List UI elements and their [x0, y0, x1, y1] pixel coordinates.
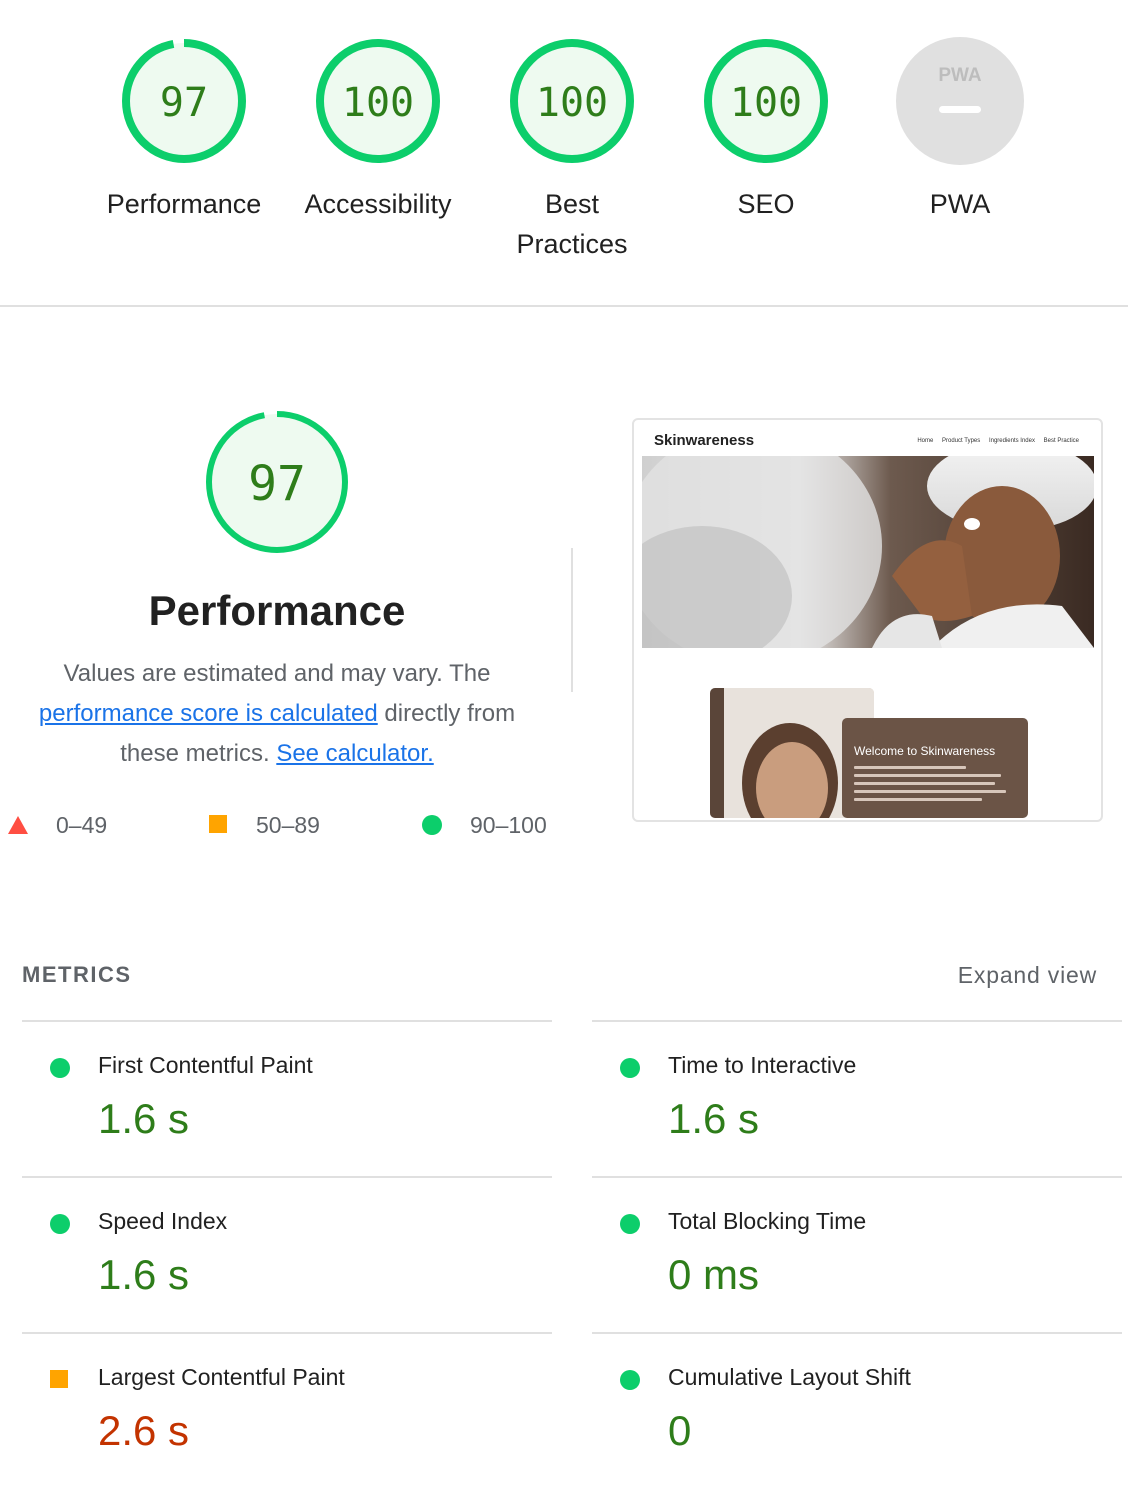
gauge-performance[interactable]: 97 Performance	[89, 36, 279, 224]
gauge-ring: 100	[316, 39, 440, 163]
metrics-column-right: Time to Interactive 1.6 s Total Blocking…	[592, 1020, 1122, 1486]
metrics-column-left: First Contentful Paint 1.6 s Speed Index…	[22, 1020, 552, 1486]
gauge-label: PWA	[929, 189, 991, 219]
screenshot-nav-item: Product Types	[942, 438, 981, 444]
triangle-icon	[8, 816, 28, 834]
gauge-accessibility[interactable]: 100 Accessibility	[283, 36, 473, 224]
pass-circle-icon	[50, 1058, 70, 1078]
gauge-label: Best Practices	[516, 189, 628, 259]
metrics-header: METRICS	[22, 962, 132, 987]
legend-range: 0–49	[56, 812, 108, 838]
vertical-divider	[571, 548, 573, 692]
see-calculator-link[interactable]: See calculator.	[276, 740, 433, 767]
performance-title: Performance	[148, 587, 406, 634]
metric-label: First Contentful Paint	[98, 1052, 313, 1078]
gauge-pwa[interactable]: PWA PWA	[865, 36, 1055, 224]
metric-label: Total Blocking Time	[668, 1208, 867, 1234]
gauge-score: 100	[730, 80, 802, 126]
gauge-score: 97	[160, 80, 208, 126]
circle-icon	[422, 815, 442, 835]
square-icon	[209, 815, 227, 833]
legend-range: 90–100	[470, 812, 547, 838]
metric-value: 1.6 s	[668, 1095, 760, 1142]
screenshot-card-text: Welcome to Skinwareness	[842, 718, 1028, 818]
pwa-badge-icon: PWA	[896, 37, 1024, 165]
metric-value: 0 ms	[668, 1251, 760, 1298]
gauge-label: SEO	[737, 189, 795, 219]
gauge-score: 100	[536, 80, 608, 126]
metric-total-blocking-time[interactable]: Total Blocking Time 0 ms	[592, 1176, 1122, 1332]
average-square-icon	[50, 1370, 68, 1388]
performance-gauge: 97	[206, 411, 348, 553]
screenshot-brand: Skinwareness	[654, 432, 755, 449]
metric-time-to-interactive[interactable]: Time to Interactive 1.6 s	[592, 1020, 1122, 1176]
metric-value: 1.6 s	[98, 1251, 190, 1298]
gauge-label: Performance	[106, 189, 262, 219]
pass-circle-icon	[620, 1370, 640, 1390]
score-calculation-link[interactable]: performance score is calculated	[39, 700, 378, 727]
pass-circle-icon	[50, 1214, 70, 1234]
screenshot-nav-item: Best Practice	[1043, 438, 1079, 444]
metric-value: 1.6 s	[98, 1095, 190, 1142]
performance-score: 97	[248, 456, 306, 512]
screenshot-nav-item: Ingredients Index	[988, 438, 1035, 444]
final-screenshot[interactable]: Skinwareness Home Product Types Ingredie…	[632, 418, 1103, 822]
legend-range: 50–89	[256, 812, 320, 838]
metric-label: Largest Contentful Paint	[98, 1364, 345, 1390]
metric-label: Speed Index	[98, 1208, 228, 1234]
gauge-ring: 100	[510, 39, 634, 163]
metric-label: Cumulative Layout Shift	[668, 1364, 911, 1390]
metric-largest-contentful-paint[interactable]: Largest Contentful Paint 2.6 s	[22, 1332, 552, 1486]
screenshot-nav-item: Home	[917, 438, 934, 444]
gauge-score: 100	[342, 80, 414, 126]
pass-circle-icon	[620, 1214, 640, 1234]
section-divider	[0, 305, 1128, 307]
metric-label: Time to Interactive	[668, 1052, 857, 1078]
screenshot-card-title: Welcome to Skinwareness	[854, 744, 996, 758]
gauge-label: Accessibility	[304, 189, 452, 219]
category-gauges: 97 Performance 100 Accessibility 100 Bes…	[0, 0, 1128, 306]
pwa-badge-text: PWA	[938, 65, 982, 86]
performance-description: Values are estimated and may vary. The p…	[20, 654, 534, 774]
metric-speed-index[interactable]: Speed Index 1.6 s	[22, 1176, 552, 1332]
gauge-seo[interactable]: 100 SEO	[671, 36, 861, 224]
expand-view-button[interactable]: Expand view	[958, 962, 1097, 989]
screenshot-hero-image	[642, 456, 1094, 648]
metric-value: 2.6 s	[98, 1407, 190, 1454]
gauge-best-practices[interactable]: 100 Best Practices	[477, 36, 667, 264]
metric-first-contentful-paint[interactable]: First Contentful Paint 1.6 s	[22, 1020, 552, 1176]
metric-value: 0	[668, 1407, 692, 1454]
pass-circle-icon	[620, 1058, 640, 1078]
gauge-ring: 100	[704, 39, 828, 163]
description-text: Values are estimated and may vary. The	[63, 660, 491, 687]
screenshot-card-lines	[854, 766, 1014, 806]
score-legend: 0–49 50–89 90–100	[0, 810, 560, 840]
screenshot-nav: Home Product Types Ingredients Index Bes…	[910, 438, 1079, 444]
metric-cumulative-layout-shift[interactable]: Cumulative Layout Shift 0	[592, 1332, 1122, 1486]
hero-photo-icon	[642, 456, 1094, 648]
gauge-ring: 97	[122, 39, 246, 163]
